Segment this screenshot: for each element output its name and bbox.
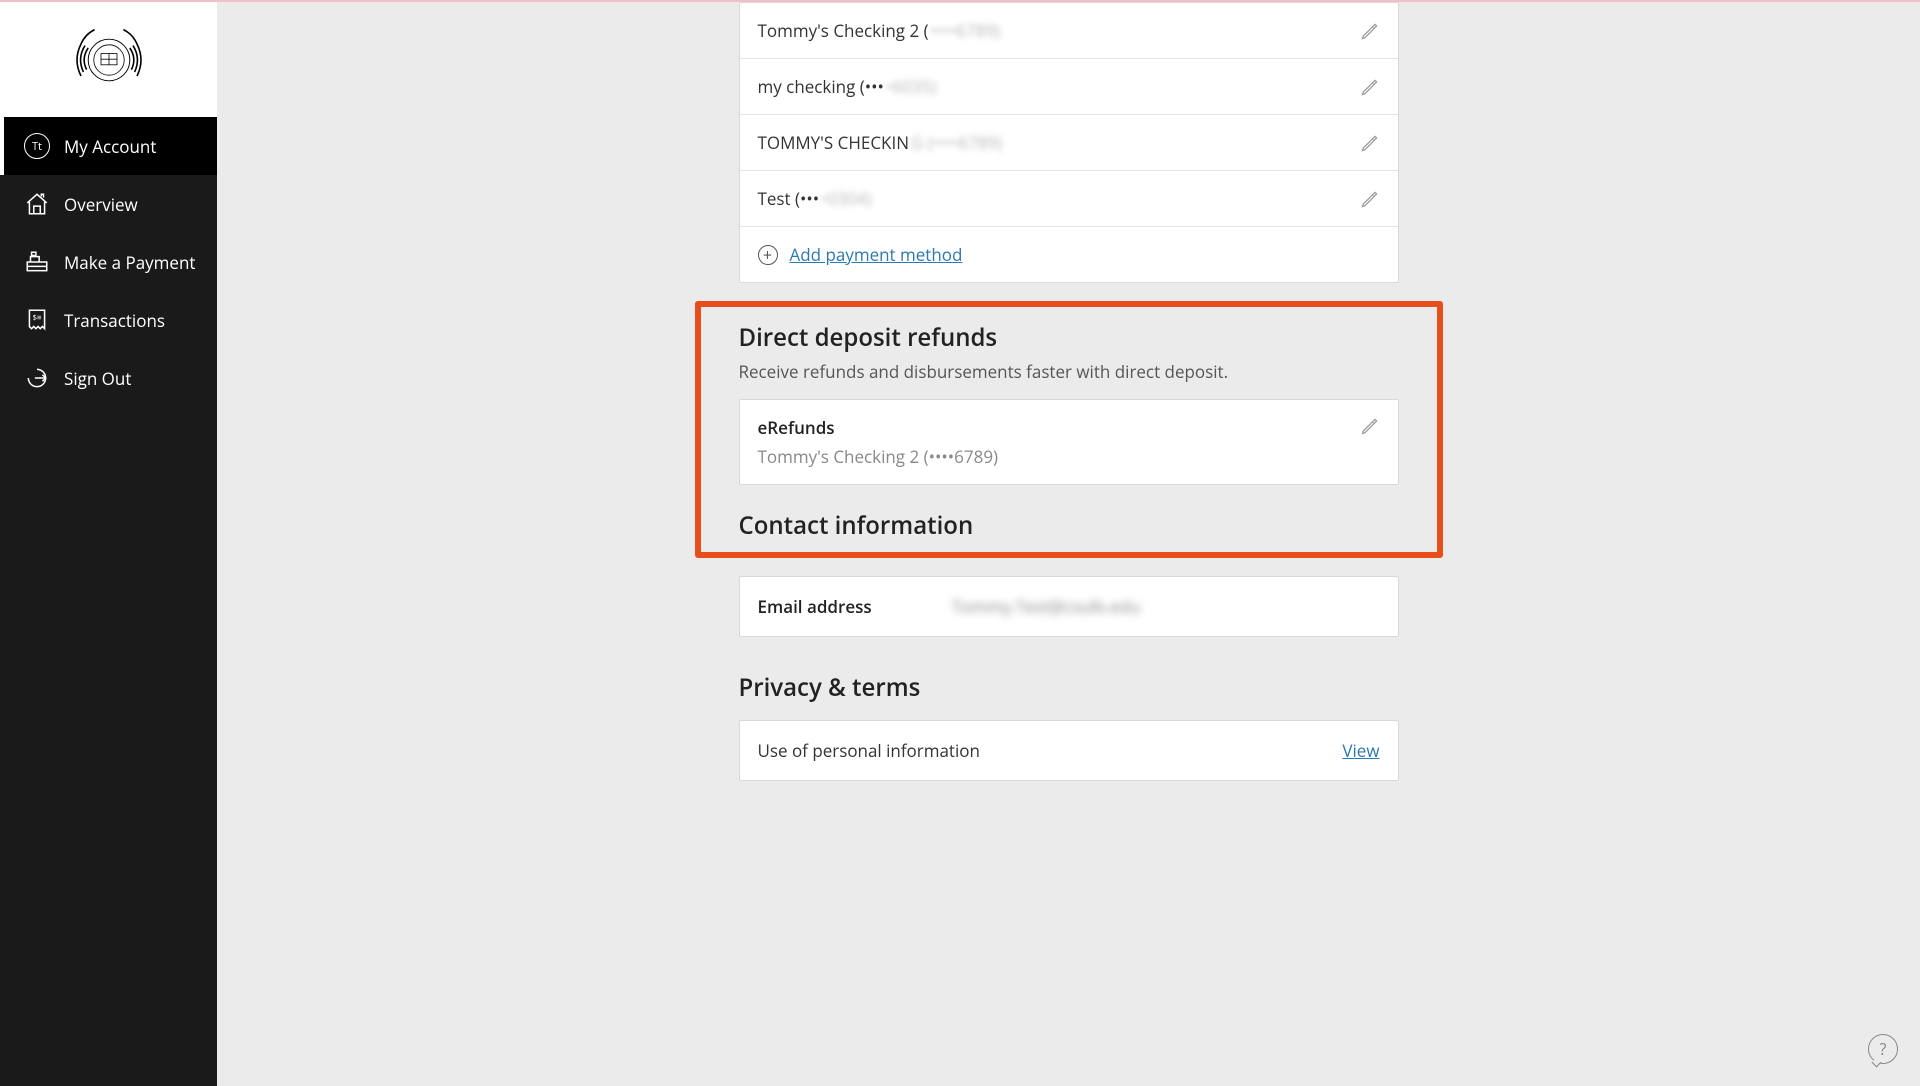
pencil-icon[interactable] (1360, 77, 1380, 97)
direct-deposit-title: Direct deposit refunds (739, 321, 1399, 354)
nav: Tt My Account Overview Make a Payment $≡ (0, 117, 217, 407)
payment-method-row[interactable]: TOMMY'S CHECKIN G (••••6789) (740, 115, 1398, 171)
email-value: Tommy.Test@csulb.edu (952, 595, 1141, 618)
sidebar-item-label: Sign Out (64, 367, 131, 390)
contact-card: Email address Tommy.Test@csulb.edu (739, 576, 1399, 637)
receipt-icon: $≡ (24, 307, 50, 333)
payment-method-name: TOMMY'S CHECKIN (758, 131, 910, 154)
payment-method-mask: ••••6789) (931, 19, 1000, 42)
privacy-card: Use of personal information View (739, 720, 1399, 781)
home-icon (24, 191, 50, 217)
plus-circle-icon: + (758, 245, 778, 265)
help-glyph: ? (1880, 1038, 1887, 1060)
sidebar-item-my-account[interactable]: Tt My Account (0, 117, 217, 175)
avatar-initials: Tt (24, 133, 50, 159)
avatar-icon: Tt (24, 133, 50, 159)
sidebar-item-overview[interactable]: Overview (0, 175, 217, 233)
payment-method-name: Tommy's Checking 2 ( (758, 19, 929, 42)
highlight-annotation: Direct deposit refunds Receive refunds a… (695, 301, 1443, 558)
payment-method-mask: •6035) (886, 75, 936, 98)
university-seal-logo (69, 20, 149, 100)
pencil-icon[interactable] (1360, 416, 1380, 436)
privacy-title: Privacy & terms (739, 671, 1399, 704)
payment-methods-list: Tommy's Checking 2 ( ••••6789) my checki… (739, 2, 1399, 283)
payment-method-mask: G (••••6789) (911, 131, 1002, 154)
app-root: Tt My Account Overview Make a Payment $≡ (0, 0, 1920, 1086)
payment-method-row[interactable]: Test (••• •0304) (740, 171, 1398, 227)
pencil-icon[interactable] (1360, 189, 1380, 209)
main-content: Tommy's Checking 2 ( ••••6789) my checki… (217, 2, 1920, 1086)
svg-text:$≡: $≡ (33, 313, 42, 323)
add-payment-method-link[interactable]: Add payment method (790, 243, 963, 266)
cash-register-icon (24, 249, 50, 275)
privacy-view-link[interactable]: View (1342, 739, 1379, 762)
direct-deposit-subtitle: Receive refunds and disbursements faster… (739, 360, 1399, 383)
pencil-icon[interactable] (1360, 133, 1380, 153)
erefunds-card[interactable]: eRefunds Tommy's Checking 2 (••••6789) (739, 399, 1399, 485)
sidebar: Tt My Account Overview Make a Payment $≡ (0, 2, 217, 1086)
erefunds-account: Tommy's Checking 2 (••••6789) (758, 445, 999, 468)
help-icon[interactable]: ? (1868, 1034, 1898, 1064)
payment-method-row[interactable]: Tommy's Checking 2 ( ••••6789) (740, 3, 1398, 59)
email-label: Email address (758, 595, 872, 618)
privacy-row-label: Use of personal information (758, 739, 980, 762)
sidebar-item-make-payment[interactable]: Make a Payment (0, 233, 217, 291)
sidebar-item-label: Overview (64, 193, 138, 216)
payment-method-row[interactable]: my checking (••• •6035) (740, 59, 1398, 115)
payment-method-name: Test (••• (758, 187, 820, 210)
sidebar-item-transactions[interactable]: $≡ Transactions (0, 291, 217, 349)
contact-info-title: Contact information (739, 509, 1399, 542)
add-payment-method-row[interactable]: + Add payment method (740, 227, 1398, 282)
payment-method-mask: •0304) (821, 187, 871, 210)
pencil-icon[interactable] (1360, 21, 1380, 41)
erefunds-title: eRefunds (758, 416, 999, 439)
sign-out-icon (24, 365, 50, 391)
sidebar-item-label: My Account (64, 135, 156, 158)
sidebar-item-sign-out[interactable]: Sign Out (0, 349, 217, 407)
payment-method-name: my checking (••• (758, 75, 884, 98)
sidebar-item-label: Transactions (64, 309, 165, 332)
logo-area (0, 2, 217, 117)
sidebar-item-label: Make a Payment (64, 251, 195, 274)
